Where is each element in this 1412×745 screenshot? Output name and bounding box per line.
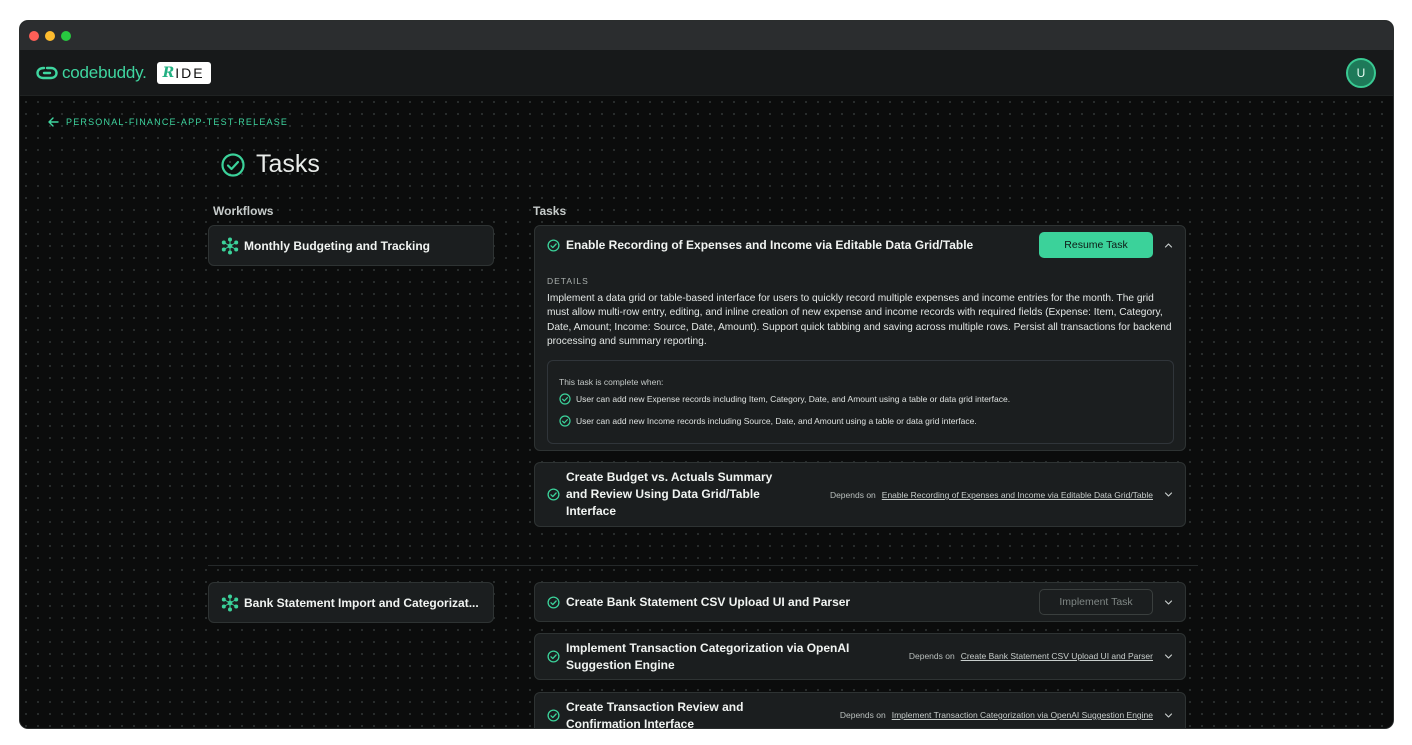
criteria-item: User can add new Expense records includi… (559, 393, 1010, 405)
dependency-link[interactable]: Enable Recording of Expenses and Income … (882, 490, 1153, 500)
criteria-item: User can add new Income records includin… (559, 415, 977, 427)
task-title-line: Confirmation Interface (566, 716, 695, 729)
criteria-text: User can add new Income records includin… (576, 416, 977, 426)
check-circle-icon (221, 152, 245, 177)
codebuddy-logo-icon (36, 66, 58, 80)
depends-label: Depends on (908, 651, 955, 661)
task-title-line: Create Transaction Review and (566, 699, 744, 714)
depends-on: Depends on Create Bank Statement CSV Upl… (909, 651, 1153, 661)
task-title-line: and Review Using Data Grid/Table (566, 487, 760, 501)
close-window-button[interactable] (29, 31, 39, 41)
window-titlebar (20, 21, 1393, 50)
resume-task-button[interactable]: Resume Task (1039, 232, 1153, 258)
tasks-heading: Tasks (533, 204, 567, 218)
dependency-link[interactable]: Implement Transaction Categorization via… (892, 710, 1153, 720)
chevron-down-icon[interactable] (1164, 490, 1173, 499)
task-card[interactable]: Implement Transaction Categorization via… (534, 633, 1186, 680)
back-link[interactable]: PERSONAL-FINANCE-APP-TEST-RELEASE (47, 116, 288, 128)
task-title: Enable Recording of Expenses and Income … (566, 237, 974, 252)
check-circle-icon (559, 415, 571, 427)
minimize-window-button[interactable] (45, 31, 55, 41)
criteria-text: User can add new Expense records includi… (576, 394, 1011, 404)
dependency-link[interactable]: Create Bank Statement CSV Upload UI and … (961, 651, 1153, 661)
check-circle-icon (547, 595, 560, 609)
check-circle-icon (547, 488, 560, 501)
task-header[interactable]: Implement Transaction Categorization via… (535, 634, 1185, 679)
chevron-down-icon[interactable] (1164, 711, 1173, 720)
task-header[interactable]: Create Bank Statement CSV Upload UI and … (535, 583, 1185, 621)
task-card[interactable]: Create Budget vs. Actuals Summary and Re… (534, 462, 1186, 527)
task-title-line: Create Budget vs. Actuals Summary (566, 470, 773, 484)
completion-criteria: This task is complete when: User can add… (547, 360, 1174, 444)
check-circle-icon (559, 393, 571, 405)
task-title: Create Budget vs. Actuals Summary and Re… (566, 469, 772, 520)
workflow-title: Monthly Budgeting and Tracking (244, 238, 430, 253)
task-title-line: Implement Transaction Categorization via… (566, 640, 850, 655)
chevron-down-icon[interactable] (1164, 652, 1173, 661)
maximize-window-button[interactable] (61, 31, 71, 41)
task-header[interactable]: Create Transaction Review and Confirmati… (535, 693, 1185, 728)
codebuddy-logo[interactable]: codebuddy. R IDE (36, 61, 211, 85)
workflow-title: Bank Statement Import and Categorizat... (244, 595, 479, 610)
ide-badge: R IDE (156, 62, 211, 84)
completion-criteria-label: This task is complete when: (559, 377, 664, 387)
depends-on: Depends on Implement Transaction Categor… (840, 710, 1153, 720)
task-title: Create Transaction Review and Confirmati… (566, 699, 743, 729)
depends-on: Depends on Enable Recording of Expenses … (830, 490, 1153, 500)
task-card[interactable]: Create Transaction Review and Confirmati… (534, 692, 1186, 728)
app-header: codebuddy. R IDE U (20, 50, 1393, 96)
brand-name: codebuddy. (62, 63, 147, 82)
details-label: DETAILS (547, 276, 589, 286)
chevron-up-icon[interactable] (1164, 241, 1173, 250)
app-window: codebuddy. R IDE U PERSONAL-FINANCE-APP-T… (20, 21, 1393, 728)
task-card-expanded[interactable]: Enable Recording of Expenses and Income … (534, 225, 1186, 451)
task-title-line: Interface (566, 504, 617, 518)
check-circle-icon (547, 709, 560, 722)
workflow-icon (221, 594, 239, 611)
task-header[interactable]: Create Budget vs. Actuals Summary and Re… (535, 463, 1185, 526)
check-circle-icon (547, 650, 560, 663)
workflow-icon (221, 237, 239, 254)
page-title: Tasks (220, 150, 320, 179)
depends-label: Depends on (829, 490, 876, 500)
arrow-left-icon (48, 117, 59, 127)
depends-label: Depends on (839, 710, 886, 720)
task-card[interactable]: Create Bank Statement CSV Upload UI and … (534, 582, 1186, 622)
main-content: PERSONAL-FINANCE-APP-TEST-RELEASE Tasks … (20, 96, 1393, 728)
task-title-line: Suggestion Engine (566, 657, 675, 672)
user-avatar[interactable]: U (1346, 58, 1376, 88)
chevron-down-icon[interactable] (1164, 598, 1173, 607)
project-name: PERSONAL-FINANCE-APP-TEST-RELEASE (66, 117, 289, 127)
task-details: Implement a data grid or table-based int… (547, 293, 1172, 347)
page-title-text: Tasks (256, 150, 320, 178)
task-header[interactable]: Enable Recording of Expenses and Income … (535, 226, 1185, 264)
workflow-card[interactable]: Monthly Budgeting and Tracking (208, 225, 494, 266)
check-circle-icon (547, 238, 560, 252)
task-title: Implement Transaction Categorization via… (566, 640, 849, 674)
implement-task-button[interactable]: Implement Task (1039, 589, 1153, 615)
workflows-heading: Workflows (213, 204, 274, 218)
task-title: Create Bank Statement CSV Upload UI and … (566, 594, 851, 609)
workflow-divider (208, 565, 1198, 566)
workflow-card[interactable]: Bank Statement Import and Categorizat... (208, 582, 494, 623)
